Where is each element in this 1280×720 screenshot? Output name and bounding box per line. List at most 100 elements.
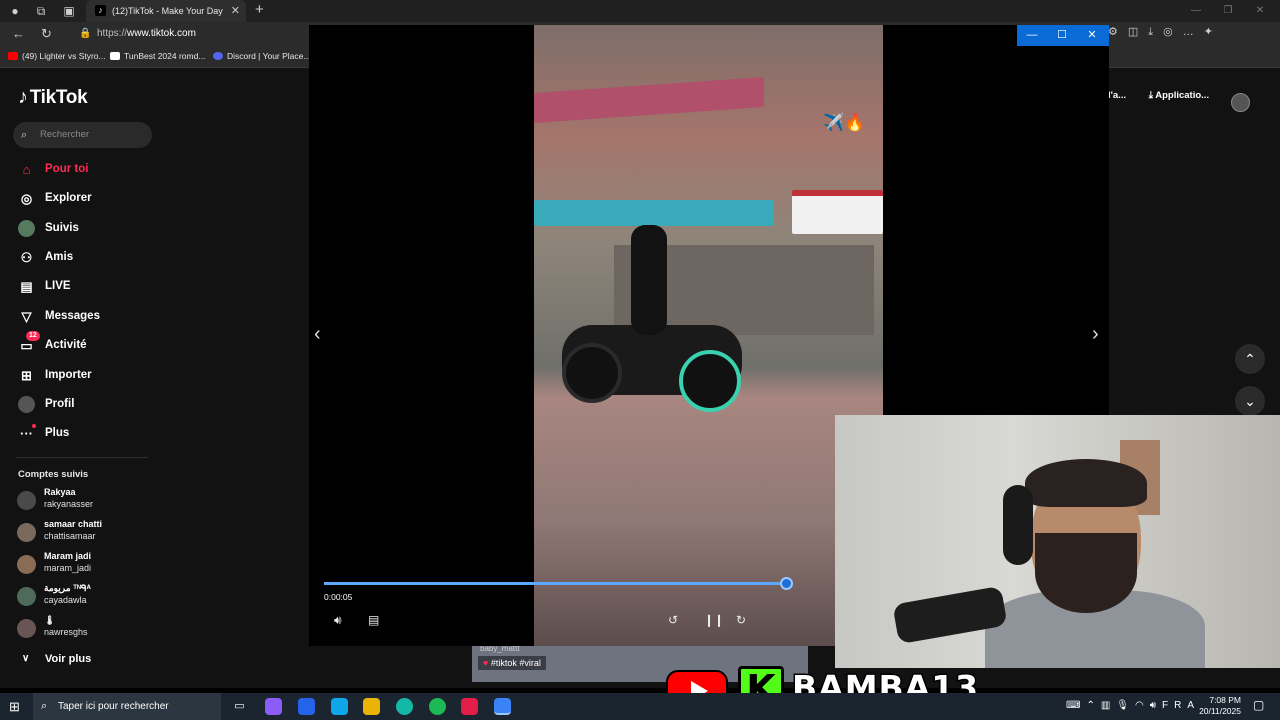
- tiktok-logo[interactable]: ♪ TikTok: [18, 86, 88, 109]
- compass-icon: ◎: [20, 191, 33, 206]
- language-indicator[interactable]: FRA: [1162, 700, 1200, 711]
- back-icon[interactable]: ←: [12, 26, 25, 41]
- windows-start-icon[interactable]: ⊞: [9, 699, 20, 715]
- close-icon[interactable]: ✕: [1077, 25, 1107, 46]
- partial-link[interactable]: l'a...: [1108, 90, 1126, 101]
- edge-icon[interactable]: [396, 698, 413, 715]
- nav-amis[interactable]: ⚇ Amis: [16, 246, 156, 268]
- nav-live[interactable]: ▤ LIVE: [16, 275, 156, 297]
- bookmark-tunbest[interactable]: TunBest 2024 romd...: [110, 51, 205, 61]
- extensions-icon[interactable]: ⚙: [1108, 26, 1128, 38]
- followed-account[interactable]: مريومة ᵀᴺᑫᴬ cayadawla: [16, 583, 156, 611]
- next-video-button[interactable]: ⌄: [1235, 386, 1265, 416]
- copilot-icon[interactable]: ✦: [1204, 26, 1223, 38]
- bookmark-youtube[interactable]: (49) Lighter vs Styro...: [8, 51, 106, 61]
- profile-avatar[interactable]: [1231, 93, 1250, 112]
- task-view-icon[interactable]: ▭: [231, 698, 248, 715]
- close-window-icon[interactable]: ✕: [1244, 0, 1276, 22]
- streamer-beard: [1035, 533, 1137, 613]
- webcam-overlay: [835, 415, 1280, 668]
- heart-icon: ♥: [483, 658, 489, 668]
- activity-badge: 12: [26, 331, 40, 341]
- home-icon: ⌂: [22, 162, 31, 177]
- see-more-button[interactable]: ∨ Voir plus: [16, 648, 156, 670]
- url-prefix: https://: [97, 28, 128, 39]
- restore-icon[interactable]: ❐: [1212, 0, 1244, 22]
- tab-title: (12)TikTok - Make Your Day: [112, 6, 223, 16]
- search-input[interactable]: ⌕ Rechercher: [13, 122, 152, 148]
- menu-icon[interactable]: …: [1183, 26, 1204, 38]
- tab-tiktok[interactable]: ♪ (12)TikTok - Make Your Day ✕: [86, 0, 246, 22]
- nav-plus[interactable]: ··· Plus: [16, 422, 156, 444]
- friends-icon: ⚇: [20, 250, 33, 265]
- network-icon[interactable]: ▥: [1101, 700, 1116, 711]
- send-icon: ▽: [21, 309, 32, 324]
- mail-icon[interactable]: [331, 698, 348, 715]
- keyboard-icon[interactable]: ⌨: [1066, 700, 1086, 711]
- volume-icon[interactable]: 🔊︎: [334, 613, 342, 628]
- nav-explorer[interactable]: ◎ Explorer: [16, 187, 156, 209]
- video-rider: [631, 225, 667, 335]
- volume-icon[interactable]: 🔊︎: [1150, 700, 1162, 711]
- player-window-controls: — ☐ ✕: [1017, 25, 1109, 46]
- nav-pour-toi[interactable]: ⌂ Pour toi: [16, 158, 156, 180]
- nav-activite[interactable]: ▭ 12 Activité: [16, 331, 156, 356]
- copilot-app-icon[interactable]: [265, 698, 282, 715]
- forward-30-icon[interactable]: ↻: [736, 613, 746, 627]
- upload-icon: ⊞: [21, 368, 32, 383]
- nav-suivis[interactable]: Suivis: [16, 217, 156, 239]
- vpn-icon[interactable]: ◎: [1163, 26, 1183, 38]
- download-app-link[interactable]: ⤓ Applicatio...: [1149, 90, 1209, 101]
- maximize-icon[interactable]: ☐: [1047, 25, 1077, 46]
- taskbar-search[interactable]: ⌕ Taper ici pour rechercher: [33, 693, 221, 720]
- captions-icon[interactable]: ▤: [368, 613, 379, 627]
- notifications-icon[interactable]: ▢: [1253, 698, 1264, 712]
- followed-account[interactable]: Maram jadi maram_jadi: [16, 551, 156, 579]
- minimize-icon[interactable]: —: [1180, 0, 1212, 22]
- window-controls: — ❐ ✕: [1180, 0, 1280, 22]
- chevron-up-icon[interactable]: ⌃: [1086, 700, 1100, 711]
- minimize-icon[interactable]: —: [1017, 25, 1047, 46]
- nav-messages[interactable]: ▽ Messages: [16, 305, 156, 327]
- sidebar-divider: [16, 457, 148, 458]
- progress-handle[interactable]: [780, 577, 793, 590]
- previous-video-button[interactable]: ⌃: [1235, 344, 1265, 374]
- avatar: [17, 555, 36, 574]
- new-tab-icon[interactable]: +: [255, 1, 264, 18]
- wifi-icon[interactable]: ◠: [1135, 700, 1150, 711]
- video-frame[interactable]: ✈️🔥: [534, 25, 883, 646]
- followed-account[interactable]: samaar chatti chattisamaar: [16, 519, 156, 547]
- pause-icon[interactable]: ❙❙: [704, 613, 724, 627]
- followed-account[interactable]: Rakyaa rakyanasser: [16, 487, 156, 515]
- followed-account[interactable]: 🌡 nawresghs: [16, 615, 156, 643]
- rewind-10-icon[interactable]: ↺: [668, 613, 678, 627]
- chevron-right-icon[interactable]: ›: [1092, 323, 1099, 346]
- bookmark-discord[interactable]: Discord | Your Place...: [213, 51, 310, 61]
- tab-actions-icon[interactable]: ▣: [61, 3, 77, 19]
- nav-profil[interactable]: Profil: [16, 393, 156, 415]
- app-icon[interactable]: [461, 698, 478, 715]
- nav-importer[interactable]: ⊞ Importer: [16, 364, 156, 386]
- windows-taskbar: ⊞ ⌕ Taper ici pour rechercher ▭ ⌨⌃▥🎙︎◠🔊︎F…: [0, 693, 1280, 720]
- elapsed-time: 0:00:05: [324, 592, 353, 602]
- caption-tags[interactable]: ♥ #tiktok #viral: [478, 656, 546, 670]
- spotify-icon[interactable]: [429, 698, 446, 715]
- video-rear-wheel: [679, 350, 741, 412]
- file-explorer-icon[interactable]: [363, 698, 380, 715]
- clock[interactable]: 7:08 PM 20/11/2025: [1196, 695, 1241, 717]
- mic-icon[interactable]: 🎙︎: [1116, 700, 1135, 711]
- refresh-icon[interactable]: ↻: [41, 26, 52, 42]
- active-app-icon[interactable]: [494, 698, 511, 715]
- chevron-left-icon[interactable]: ‹: [314, 323, 321, 346]
- store-icon[interactable]: [298, 698, 315, 715]
- workspaces-icon[interactable]: ⧉: [33, 3, 49, 19]
- avatar: [17, 523, 36, 542]
- downloads-icon[interactable]: ⤓: [1148, 26, 1163, 38]
- progress-bar[interactable]: [324, 582, 786, 585]
- url-field[interactable]: 🔒 https://www.tiktok.com: [75, 25, 315, 43]
- browser-tab-bar: ● ⧉ ▣ ♪ (12)TikTok - Make Your Day ✕ + —…: [0, 0, 1280, 22]
- youtube-icon: [8, 52, 18, 60]
- split-screen-icon[interactable]: ◫: [1128, 26, 1148, 38]
- profile-icon[interactable]: ●: [7, 3, 23, 19]
- close-tab-icon[interactable]: ✕: [231, 0, 240, 22]
